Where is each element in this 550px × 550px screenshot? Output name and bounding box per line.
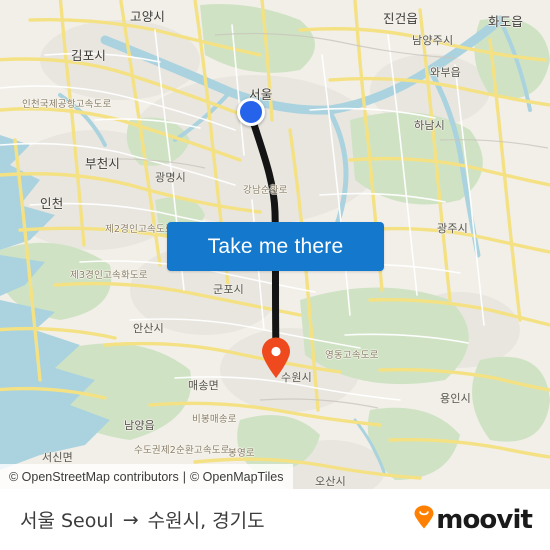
take-me-there-button[interactable]: Take me there: [167, 222, 384, 271]
bottom-bar: 서울 Seoul → 수원시, 경기도 moovit: [0, 489, 550, 550]
origin-marker[interactable]: [237, 98, 265, 126]
arrow-right-icon: →: [122, 508, 139, 531]
route-origin: 서울 Seoul: [20, 510, 114, 532]
moovit-wordmark: moovit: [436, 504, 533, 535]
attribution-separator: |: [182, 469, 186, 484]
moovit-logo[interactable]: moovit: [414, 504, 533, 535]
map-canvas[interactable]: 고양시 진건읍 화도읍 남양주시 김포시 와부읍 서울 인천국제공항고속도로 하남시 부천시 광명시…: [0, 0, 550, 489]
attribution-openmaptiles[interactable]: © OpenMapTiles: [190, 470, 284, 484]
moovit-route-screenshot: 고양시 진건읍 화도읍 남양주시 김포시 와부읍 서울 인천국제공항고속도로 하남시 부천시 광명시…: [0, 0, 550, 550]
route-destination: 수원시, 경기도: [147, 510, 265, 532]
destination-marker[interactable]: [261, 337, 291, 379]
map-attribution: © OpenStreetMap contributors | © OpenMap…: [0, 464, 294, 489]
attribution-osm[interactable]: © OpenStreetMap contributors: [9, 470, 179, 484]
route-title: 서울 Seoul → 수원시, 경기도: [20, 506, 265, 533]
moovit-pin-icon: [414, 505, 434, 534]
